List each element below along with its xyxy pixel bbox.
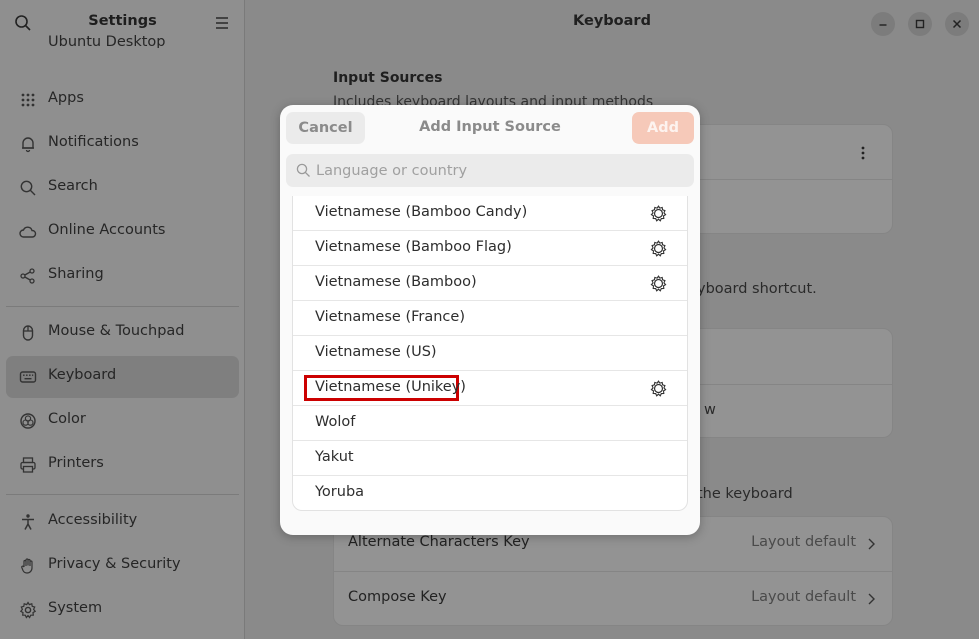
sidebar-item-system[interactable]: System [6,589,239,631]
sidebar-item-label: Keyboard [48,367,117,383]
color-icon [20,413,36,429]
list-item[interactable]: Vietnamese (Bamboo Candy) [293,196,687,231]
sidebar-item-label: Search [48,178,98,194]
input-source-list: Vietnamese (Bamboo Candy) Vietnamese (Ba… [292,196,688,511]
list-item[interactable]: Vietnamese (US) [293,336,687,371]
sidebar-item-online-accounts[interactable]: Online Accounts [6,211,239,253]
maximize-icon [915,19,925,29]
list-item-label: Vietnamese (Bamboo Candy) [315,204,528,220]
hand-icon [21,558,33,574]
shortcut-description-fragment: yboard shortcut. [697,281,817,297]
sidebar-item-label: Privacy & Security [48,556,181,572]
sidebar-item-label: Online Accounts [48,222,166,238]
list-item-label: Yakut [315,449,354,465]
sidebar-item-label: Apps [48,90,84,106]
settings-gear-icon [650,205,667,222]
list-item[interactable]: Wolof [293,406,687,441]
sidebar-item-mouse-touchpad[interactable]: Mouse & Touchpad [6,312,239,354]
gear-icon [19,601,37,619]
sidebar-item-label: Notifications [48,134,139,150]
list-item-label: Vietnamese (Unikey) [315,379,466,395]
list-item-label: Vietnamese (US) [315,344,437,360]
sidebar-item-label: Ubuntu Desktop [48,34,166,48]
add-input-source-dialog: Cancel Add Input Source Add Vietnamese (… [280,105,700,535]
sidebar-item-ubuntu-desktop[interactable]: Ubuntu Desktop [6,26,239,48]
search-icon [296,163,310,177]
sidebar-separator [6,306,239,307]
list-item[interactable]: Yoruba [293,476,687,510]
mouse-icon [22,325,34,341]
search-field[interactable] [286,154,694,187]
minimize-icon [879,24,887,26]
settings-gear-icon [650,380,667,397]
accessibility-icon [22,514,34,530]
more-options-icon[interactable] [859,145,867,161]
sidebar-item-label: System [48,600,103,616]
maximize-button[interactable] [908,12,932,36]
close-icon [952,19,962,29]
sidebar-item-notifications[interactable]: Notifications [6,123,239,165]
list-item-selected[interactable]: Vietnamese (Unikey) [293,371,687,406]
list-item-label: Vietnamese (Bamboo) [315,274,477,290]
minimize-button[interactable] [871,12,895,36]
sidebar-item-printers[interactable]: Printers [6,444,239,486]
sidebar-item-label: Accessibility [48,512,138,528]
page-title: Keyboard [573,13,651,29]
row-value: Layout default [751,589,856,605]
list-item[interactable]: Vietnamese (Bamboo Flag) [293,231,687,266]
list-item[interactable]: Vietnamese (France) [293,301,687,336]
add-button[interactable]: Add [632,112,694,144]
special-entry-description-fragment: the keyboard [697,486,793,502]
sidebar-item-label: Color [48,411,86,427]
sidebar-item-sharing[interactable]: Sharing [6,255,239,297]
chevron-right-icon [868,593,875,605]
list-item-label: Vietnamese (France) [315,309,465,325]
list-item[interactable]: Yakut [293,441,687,476]
apps-grid-icon [21,93,35,107]
chevron-right-icon [868,538,875,550]
cloud-icon [19,226,37,238]
sidebar-item-accessibility[interactable]: Accessibility [6,501,239,543]
printer-icon [20,457,36,473]
sidebar-item-color[interactable]: Color [6,400,239,442]
compose-key-row[interactable]: Compose Key Layout default [334,572,892,626]
row-label: Alternate Characters Key [348,534,530,550]
sidebar-item-label: Sharing [48,266,104,282]
list-item-label: Yoruba [315,484,365,500]
sidebar-item-apps[interactable]: Apps [6,79,239,121]
sidebar-separator [6,494,239,495]
settings-gear-icon [650,240,667,257]
bell-icon [22,137,34,153]
sidebar: Settings Ubuntu Desktop Apps Notificatio… [0,0,245,639]
sidebar-item-keyboard[interactable]: Keyboard [6,356,239,398]
row-label: Compose Key [348,589,447,605]
share-icon [20,268,35,284]
list-item[interactable]: Vietnamese (Bamboo) [293,266,687,301]
keyboard-icon [19,371,37,383]
sidebar-item-privacy-security[interactable]: Privacy & Security [6,545,239,587]
sidebar-item-label: Printers [48,455,104,471]
input-sources-title: Input Sources [333,70,443,86]
sidebar-item-search[interactable]: Search [6,167,239,209]
list-item-label: Vietnamese (Bamboo Flag) [315,239,512,255]
list-item-label: Wolof [315,414,356,430]
close-button[interactable] [945,12,969,36]
search-input[interactable] [316,154,686,187]
row-text-fragment: w [704,402,716,418]
settings-gear-icon [650,275,667,292]
row-value: Layout default [751,534,856,550]
sidebar-item-label: Mouse & Touchpad [48,323,185,339]
search-icon [20,180,36,196]
